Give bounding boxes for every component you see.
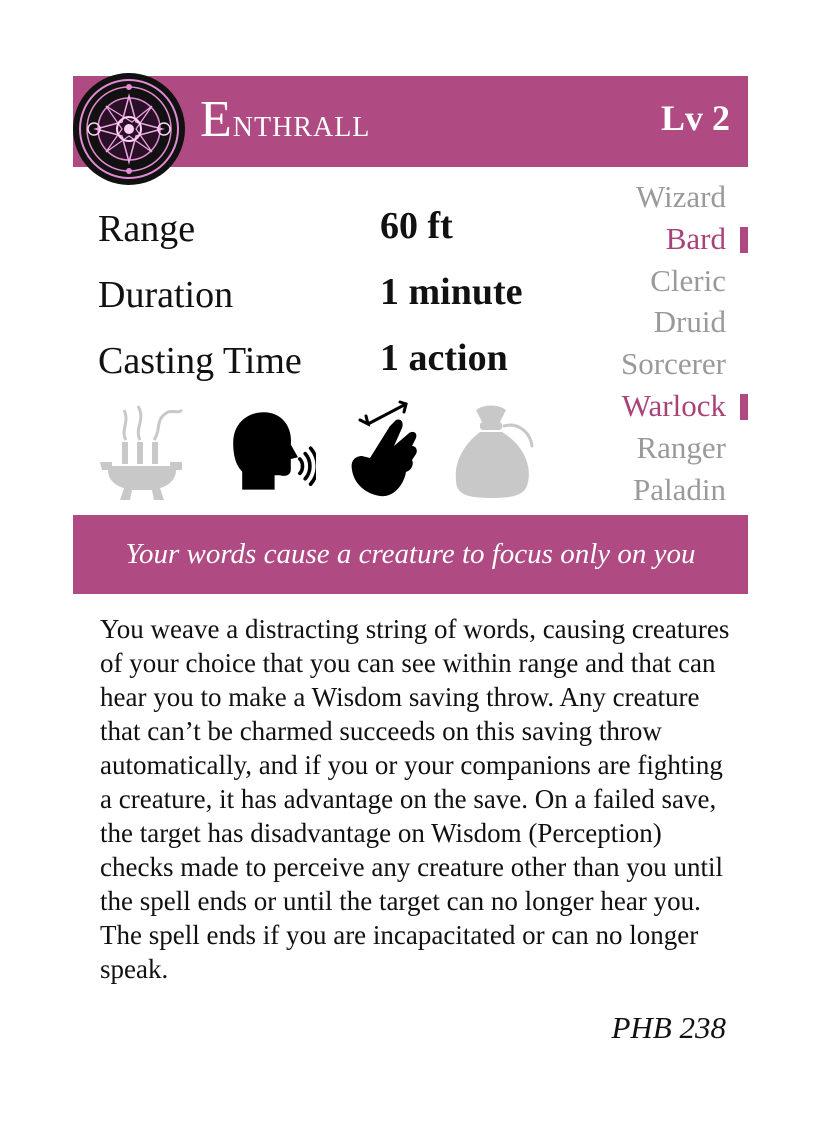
spell-title-initial: E (200, 91, 233, 148)
class-list: Wizard Bard Cleric Druid Sorcerer Warloc… (548, 176, 748, 510)
range-value: 60 ft (380, 205, 453, 247)
spell-tagline: Your words cause a creature to focus onl… (125, 538, 696, 570)
ritual-incense-icon (100, 405, 184, 500)
class-ranger: Ranger (548, 427, 748, 469)
spell-description: You weave a distracting string of words,… (100, 614, 730, 984)
spell-title-rest: nthrall (232, 100, 371, 145)
class-label: Paladin (633, 471, 726, 507)
class-label: Cleric (650, 262, 726, 298)
class-druid: Druid (548, 301, 748, 343)
casting-time-value: 1 action (380, 337, 508, 379)
class-label: Sorcerer (621, 346, 726, 382)
casting-time-label: Casting Time (98, 340, 302, 382)
somatic-hand-icon (351, 400, 417, 497)
duration-label: Duration (98, 274, 234, 316)
range-label: Range (98, 208, 196, 250)
class-warlock: Warlock (548, 385, 748, 427)
class-label: Bard (665, 220, 726, 256)
source-reference: PHB 238 (611, 1010, 726, 1045)
class-label: Wizard (636, 179, 726, 214)
enchantment-seal-icon (73, 73, 185, 185)
class-sorcerer: Sorcerer (548, 343, 748, 385)
verbal-speaking-head-icon (233, 412, 316, 490)
duration-value: 1 minute (380, 271, 523, 313)
spell-level: Lv 2 (660, 98, 730, 138)
class-paladin: Paladin (548, 469, 748, 511)
class-cleric: Cleric (548, 260, 748, 302)
class-label: Warlock (621, 387, 726, 423)
class-label: Druid (653, 304, 726, 340)
class-bard: Bard (548, 218, 748, 260)
material-pouch-icon (455, 405, 534, 498)
class-wizard: Wizard (548, 176, 748, 218)
class-label: Ranger (636, 429, 726, 465)
spell-title: Enthrall (200, 88, 370, 152)
